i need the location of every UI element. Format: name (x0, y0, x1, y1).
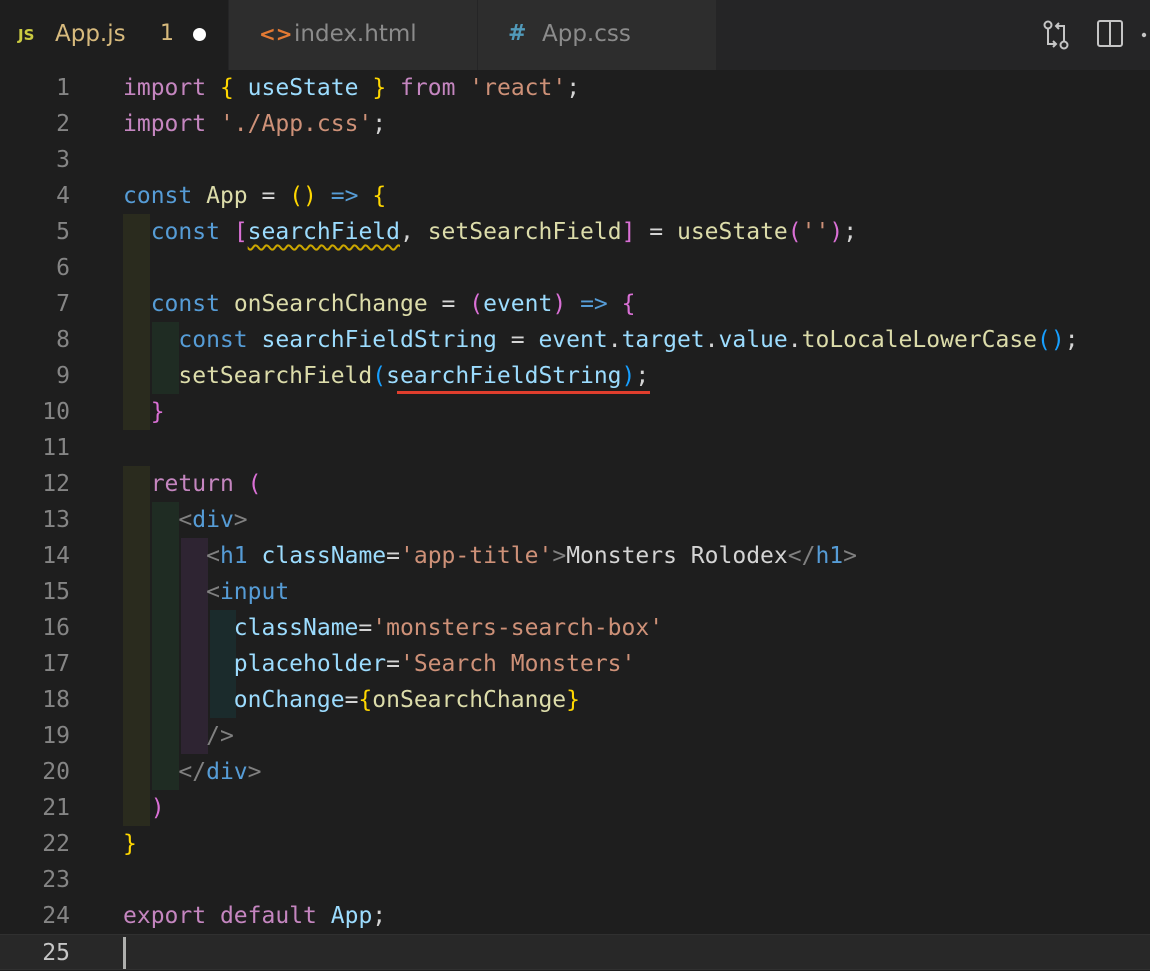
code-line: 23 (0, 862, 1150, 898)
code-text: <h1 className='app-title'>Monsters Rolod… (206, 543, 858, 569)
line-number: 13 (42, 507, 70, 533)
code-text: setSearchField(searchFieldString); (178, 363, 650, 389)
code-line: 16 className='monsters-search-box' (0, 610, 1150, 646)
line-number: 18 (42, 687, 70, 713)
code-text: ) (150, 795, 165, 821)
code-line: 7 const onSearchChange = (event) => { (0, 286, 1150, 322)
code-text: const App = () => { (123, 183, 387, 209)
code-line-current[interactable]: 25 (0, 934, 1150, 970)
css-file-icon: # (508, 21, 527, 46)
line-number: 25 (42, 940, 70, 966)
code-line: 8 const searchFieldString = event.target… (0, 322, 1150, 358)
code-text: onChange={onSearchChange} (233, 687, 581, 713)
line-number: 6 (56, 255, 70, 281)
code-line: 19 /> (0, 718, 1150, 754)
code-text: const searchFieldString = event.target.v… (178, 327, 1079, 353)
code-line: 9 setSearchField(searchFieldString); (0, 358, 1150, 394)
code-text: placeholder='Search Monsters' (233, 651, 636, 677)
line-number: 16 (42, 615, 70, 641)
code-line: 6 (0, 250, 1150, 286)
code-line: 17 placeholder='Search Monsters' (0, 646, 1150, 682)
line-number: 17 (42, 651, 70, 677)
tab-label: index.html (294, 21, 417, 47)
code-line: 15 <input (0, 574, 1150, 610)
code-line: 22 } (0, 826, 1150, 862)
error-underline[interactable] (397, 391, 650, 394)
line-number: 22 (42, 831, 70, 857)
code-line: 24 export default App; (0, 898, 1150, 934)
split-editor-icon[interactable] (1096, 18, 1124, 50)
line-number: 2 (56, 111, 70, 137)
line-number: 12 (42, 471, 70, 497)
line-number: 14 (42, 543, 70, 569)
code-line: 12 return ( (0, 466, 1150, 502)
more-actions-icon[interactable] (1138, 18, 1150, 50)
line-number: 24 (42, 903, 70, 929)
line-number: 11 (42, 435, 70, 461)
code-text: /> (206, 723, 234, 749)
code-text: return ( (150, 471, 262, 497)
line-number: 10 (42, 399, 70, 425)
code-text: import './App.css'; (123, 111, 387, 137)
code-line: 10 } (0, 394, 1150, 430)
tab-label: App.css (542, 21, 631, 47)
code-text: </div> (178, 759, 262, 785)
code-text: className='monsters-search-box' (233, 615, 664, 641)
problem-count-badge: 1 (160, 21, 174, 46)
code-line: 2 import './App.css'; (0, 106, 1150, 142)
js-file-icon: JS (18, 26, 35, 44)
compare-changes-icon[interactable] (1040, 18, 1072, 52)
tab-app-js[interactable]: JS App.js 1 (0, 0, 228, 70)
code-line: 4 const App = () => { (0, 178, 1150, 214)
code-text: const onSearchChange = (event) => { (150, 291, 636, 317)
code-text: <div> (178, 507, 248, 533)
code-line: 3 (0, 142, 1150, 178)
code-text: export default App; (123, 903, 387, 929)
tab-app-css[interactable]: # App.css (478, 0, 716, 70)
code-text: } (123, 831, 137, 857)
line-number: 3 (56, 147, 70, 173)
line-number: 4 (56, 183, 70, 209)
tab-label: App.js (55, 21, 126, 47)
code-text: const [searchField, setSearchField] = us… (150, 219, 858, 245)
code-line: 5 const [searchField, setSearchField] = … (0, 214, 1150, 250)
code-line: 21 ) (0, 790, 1150, 826)
line-number: 20 (42, 759, 70, 785)
code-line: 1 import { useState } from 'react'; (0, 70, 1150, 106)
code-text: <input (206, 579, 290, 605)
code-line: 11 (0, 430, 1150, 466)
line-number: 8 (56, 327, 70, 353)
code-text: } (150, 399, 165, 425)
text-cursor (123, 937, 126, 969)
tab-index-html[interactable]: <> index.html (229, 0, 477, 70)
code-text: import { useState } from 'react'; (123, 75, 581, 101)
line-number: 9 (56, 363, 70, 389)
line-number: 19 (42, 723, 70, 749)
code-line: 14 <h1 className='app-title'>Monsters Ro… (0, 538, 1150, 574)
html-file-icon: <> (259, 22, 293, 46)
line-number: 23 (42, 867, 70, 893)
code-line: 20 </div> (0, 754, 1150, 790)
line-number: 15 (42, 579, 70, 605)
code-editor[interactable]: 1 import { useState } from 'react'; 2 im… (0, 70, 1150, 970)
line-number: 7 (56, 291, 70, 317)
line-number: 5 (56, 219, 70, 245)
editor-tab-bar: JS App.js 1 <> index.html # App.css (0, 0, 1150, 70)
line-number: 21 (42, 795, 70, 821)
line-number: 1 (56, 75, 70, 101)
code-line: 13 <div> (0, 502, 1150, 538)
unsaved-changes-dot-icon[interactable] (193, 28, 206, 41)
code-line: 18 onChange={onSearchChange} (0, 682, 1150, 718)
